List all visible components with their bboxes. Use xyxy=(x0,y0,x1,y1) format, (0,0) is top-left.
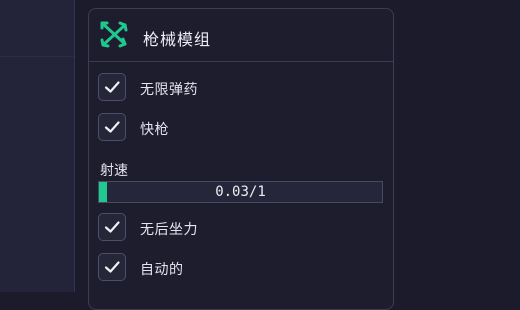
panel-title: 枪械模组 xyxy=(143,30,212,49)
fire-rate-label: 射速 xyxy=(100,163,128,179)
left-sidebar xyxy=(0,0,75,292)
crossed-guns-icon xyxy=(98,20,130,50)
no-recoil-checkbox[interactable] xyxy=(98,213,126,241)
option-label: 无限弹药 xyxy=(140,82,198,98)
option-label: 无后坐力 xyxy=(140,222,198,238)
fire-rate-value: 0.03/1 xyxy=(215,184,266,200)
fire-rate-slider[interactable]: 0.03/1 xyxy=(98,181,383,203)
option-infinite-ammo[interactable]: 无限弹药 xyxy=(98,73,378,103)
sidebar-divider xyxy=(0,56,74,57)
fast-gun-checkbox[interactable] xyxy=(98,113,126,141)
infinite-ammo-checkbox[interactable] xyxy=(98,73,126,101)
option-fast-gun[interactable]: 快枪 xyxy=(98,113,378,143)
option-automatic[interactable]: 自动的 xyxy=(98,253,378,283)
panel-header: 枪械模组 xyxy=(89,9,393,62)
checkmark-icon xyxy=(104,261,120,273)
automatic-checkbox[interactable] xyxy=(98,253,126,281)
checkmark-icon xyxy=(104,81,120,93)
checkmark-icon xyxy=(104,121,120,133)
option-label: 自动的 xyxy=(140,262,184,278)
option-label: 快枪 xyxy=(140,122,169,138)
option-no-recoil[interactable]: 无后坐力 xyxy=(98,213,378,243)
gun-mods-panel: 枪械模组 无限弹药 快枪 射速 0.03/1 无后坐力 自动的 xyxy=(88,8,394,310)
checkmark-icon xyxy=(104,221,120,233)
